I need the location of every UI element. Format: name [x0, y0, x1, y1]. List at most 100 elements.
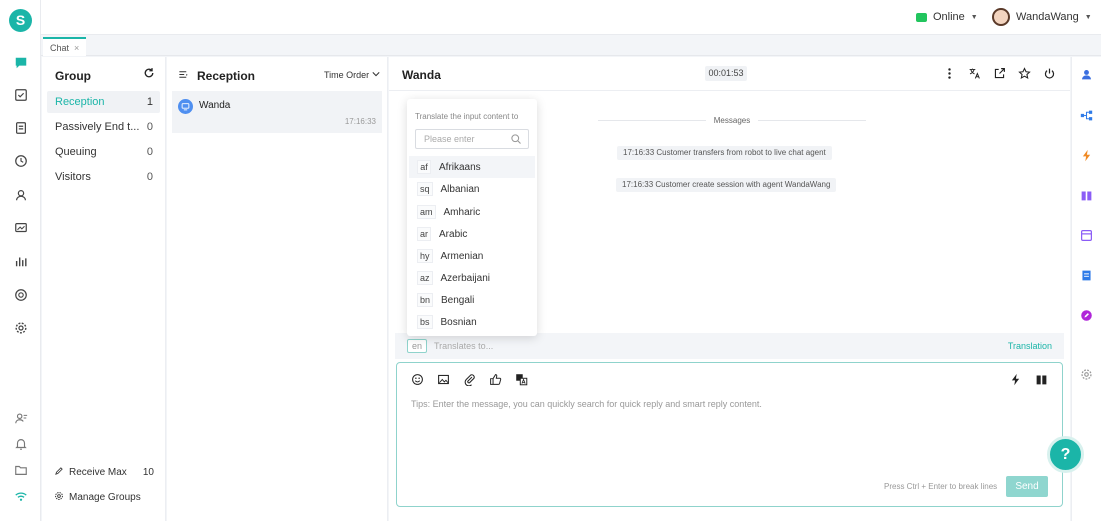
group-item-label: Queuing: [55, 146, 97, 158]
chat-icon[interactable]: [13, 55, 29, 71]
translation-link[interactable]: Translation: [1008, 341, 1052, 351]
group-item-passively-ended[interactable]: Passively End t... 0: [47, 116, 160, 138]
group-item-count: 0: [146, 121, 153, 133]
receive-max[interactable]: Receive Max 10: [54, 466, 154, 479]
search-icon: [511, 134, 521, 144]
language-option-ar[interactable]: ar Arabic: [409, 223, 535, 245]
star-icon[interactable]: [1017, 66, 1032, 81]
folder-icon[interactable]: [13, 462, 29, 478]
gear-icon: [54, 491, 64, 504]
customer-info-icon[interactable]: [1079, 67, 1094, 82]
translate-icon[interactable]: [967, 66, 982, 81]
language-dropdown: Translate the input content to Please en…: [407, 99, 537, 336]
group-item-reception[interactable]: Reception 1: [47, 91, 160, 113]
line-break-hint: Press Ctrl + Enter to break lines: [884, 482, 998, 491]
send-button[interactable]: Send: [1006, 476, 1048, 497]
attachment-icon[interactable]: [462, 372, 477, 387]
tab-label: Chat: [50, 42, 70, 53]
chevron-down-icon: [372, 70, 380, 80]
workflow-icon[interactable]: [1079, 108, 1094, 123]
app-logo[interactable]: S: [9, 9, 32, 32]
close-icon[interactable]: ×: [74, 43, 79, 53]
status-label: Online: [933, 11, 965, 23]
translate-icon[interactable]: [514, 372, 529, 387]
language-code: bs: [417, 315, 433, 329]
image-icon[interactable]: [436, 372, 451, 387]
editor-tips: Tips: Enter the message, you can quickly…: [411, 399, 762, 409]
language-option-hy[interactable]: hy Armenian: [409, 245, 535, 267]
top-bar: Online ▼ WandaWang ▼: [41, 0, 1101, 35]
language-name: Albanian: [440, 183, 480, 195]
settings-icon[interactable]: [1079, 367, 1094, 382]
language-name: Amharic: [443, 206, 481, 218]
language-code: sq: [417, 182, 433, 196]
group-item-visitors[interactable]: Visitors 0: [47, 166, 160, 188]
language-code: af: [417, 160, 431, 174]
sort-label: Time Order: [324, 70, 370, 80]
session-panel-title: Reception: [197, 69, 256, 83]
emoji-icon[interactable]: [410, 372, 425, 387]
end-session-icon[interactable]: [1042, 66, 1057, 81]
history-icon[interactable]: [13, 153, 29, 169]
session-item[interactable]: Wanda 17:16:33: [172, 91, 382, 133]
knowledge-book-icon[interactable]: [1034, 372, 1049, 387]
message-editor[interactable]: Tips: Enter the message, you can quickly…: [396, 362, 1063, 507]
browser-icon[interactable]: [1079, 228, 1094, 243]
refresh-icon[interactable]: [143, 67, 155, 82]
help-button[interactable]: ?: [1047, 436, 1084, 473]
language-option-sq[interactable]: sq Albanian: [409, 178, 535, 200]
chat-header: Wanda 00:01:53: [389, 57, 1070, 91]
receive-max-value: 10: [142, 467, 154, 478]
manage-groups-label: Manage Groups: [69, 492, 141, 503]
tab-chat[interactable]: Chat ×: [43, 37, 87, 56]
session-timer: 00:01:53: [705, 66, 747, 81]
group-panel: Group Reception 1 Passively End t... 0 Q…: [42, 57, 166, 521]
chevron-down-icon: ▼: [1084, 13, 1092, 21]
language-option-bs[interactable]: bs Bosnian: [409, 311, 535, 333]
group-item-count: 0: [146, 146, 153, 158]
knowledge-book-icon[interactable]: [1079, 188, 1094, 203]
group-item-label: Reception: [55, 96, 105, 108]
group-item-label: Passively End t...: [55, 121, 140, 133]
stats-icon[interactable]: [13, 253, 29, 269]
web-channel-icon: [178, 99, 193, 114]
notes-icon[interactable]: [1079, 268, 1094, 283]
group-panel-title: Group: [55, 69, 91, 83]
task-icon[interactable]: [13, 87, 29, 103]
language-dropdown-title: Translate the input content to: [415, 112, 519, 121]
language-option-az[interactable]: az Azerbaijani: [409, 267, 535, 289]
monitor-icon[interactable]: [13, 220, 29, 236]
language-search-placeholder: Please enter: [424, 134, 475, 144]
online-status-icon: [916, 12, 927, 22]
more-icon[interactable]: [942, 66, 957, 81]
contacts-icon[interactable]: [13, 187, 29, 203]
language-name: Azerbaijani: [440, 272, 490, 284]
session-name: Wanda: [199, 100, 231, 111]
document-icon[interactable]: [13, 120, 29, 136]
headset-icon[interactable]: [13, 287, 29, 303]
transfer-icon[interactable]: [992, 66, 1007, 81]
language-option-bn[interactable]: bn Bengali: [409, 289, 535, 311]
session-panel: Reception Time Order Wanda 17:16:33: [167, 57, 388, 521]
user-config-icon[interactable]: [13, 410, 29, 426]
messages-divider: Messages: [598, 114, 866, 126]
bell-icon[interactable]: [13, 436, 29, 452]
language-option-am[interactable]: am Amharic: [409, 201, 535, 223]
quick-reply-icon[interactable]: [1008, 372, 1023, 387]
group-item-count: 1: [146, 96, 153, 108]
user-menu[interactable]: WandaWang ▼: [992, 8, 1092, 26]
settings-icon[interactable]: [13, 320, 29, 336]
chevron-down-icon: ▼: [970, 13, 978, 21]
language-code-selector[interactable]: en: [407, 339, 427, 353]
manage-groups-button[interactable]: Manage Groups: [54, 491, 141, 504]
thumbs-up-icon[interactable]: [488, 372, 503, 387]
language-search-input[interactable]: Please enter: [415, 129, 529, 149]
user-name: WandaWang: [1016, 11, 1079, 23]
lightning-icon[interactable]: [1079, 148, 1094, 163]
status-dropdown[interactable]: Online ▼: [916, 11, 978, 23]
language-option-af[interactable]: af Afrikaans: [409, 156, 535, 178]
language-name: Arabic: [439, 228, 468, 240]
group-item-queuing[interactable]: Queuing 0: [47, 141, 160, 163]
edit-circle-icon[interactable]: [1079, 308, 1094, 323]
sort-dropdown[interactable]: Time Order: [324, 70, 380, 80]
